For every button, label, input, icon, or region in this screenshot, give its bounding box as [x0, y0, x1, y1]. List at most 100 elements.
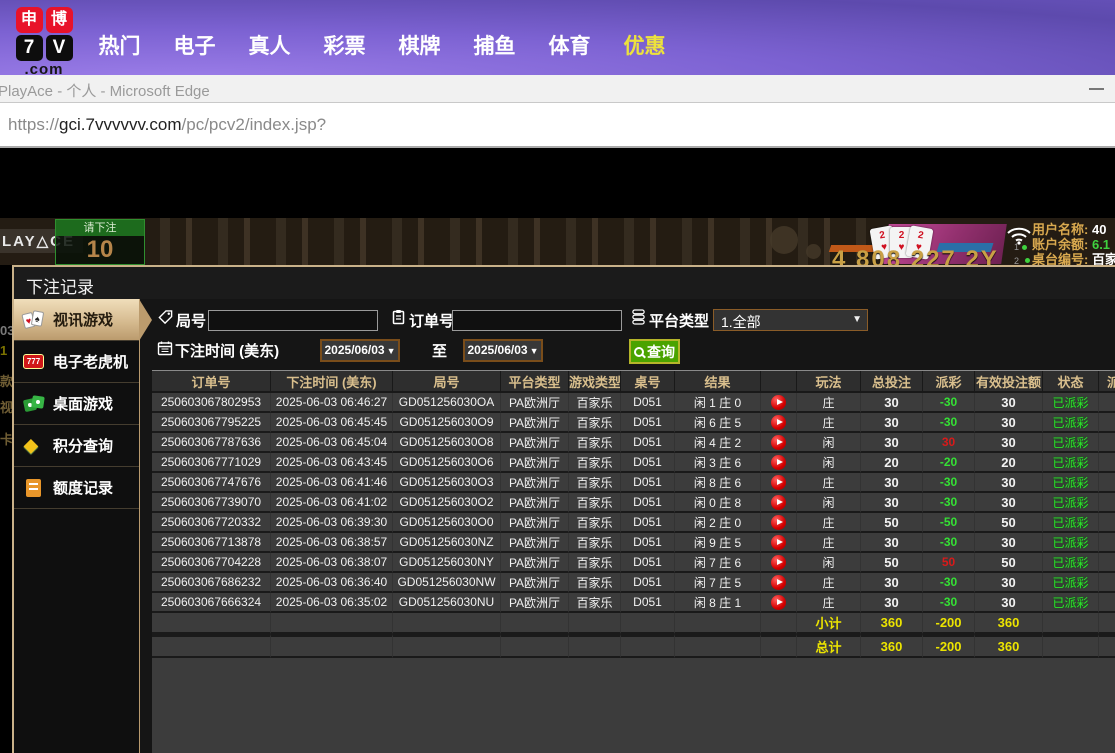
modal-content: 局号 订单号 平台类型 1.全部 ▼ 下注时间 (美东) 2025/06/03▼: [152, 299, 1115, 753]
total-bet-cell: 50: [860, 513, 922, 533]
logo-com-suffix: .com: [13, 61, 75, 75]
status-cell: 已派彩: [1042, 493, 1098, 513]
calendar-icon: [157, 340, 173, 361]
table-number-cell: D051: [620, 473, 674, 493]
game-type-cell: 百家乐: [568, 493, 620, 513]
replay-button[interactable]: [771, 395, 786, 410]
nav-item-lottery[interactable]: 彩票: [307, 30, 382, 60]
search-icon: [634, 347, 644, 357]
sidebar-item-table-games[interactable]: 桌面游戏: [14, 383, 139, 425]
replay-button[interactable]: [771, 475, 786, 490]
valid-bet-cell: 50: [974, 553, 1042, 573]
replay-button[interactable]: [771, 535, 786, 550]
round-number-input[interactable]: [208, 310, 378, 331]
status-cell: 已派彩: [1042, 573, 1098, 593]
payout-cell: 50: [922, 553, 974, 573]
date-from-picker[interactable]: 2025/06/03▼: [320, 339, 400, 362]
sidebar-item-quota-records[interactable]: 额度记录: [14, 467, 139, 509]
live-stream-background: LAY△CE 请下注 10 2♥2♥2♥ 4 808 227 2Y 1 2 用户…: [0, 218, 1115, 265]
date-range-separator: 至: [432, 340, 447, 361]
table-row: 2506030677390702025-06-03 06:41:02GD0512…: [152, 493, 1115, 513]
platform-cell: PA欧洲厅: [500, 413, 568, 433]
slot-icon: 777: [22, 351, 46, 373]
total-bet-cell: 30: [860, 533, 922, 553]
table-row: 2506030678029532025-06-03 06:46:27GD0512…: [152, 393, 1115, 413]
replay-cell: [760, 573, 796, 593]
column-header: 状态: [1042, 371, 1098, 393]
cut-cell: [1098, 473, 1115, 493]
payout-cell: -30: [922, 533, 974, 553]
game-type-cell: 百家乐: [568, 433, 620, 453]
background-fragment: 1: [0, 343, 12, 358]
platform-cell: PA欧洲厅: [500, 433, 568, 453]
round-id-cell: GD051256030OA: [392, 393, 500, 413]
replay-button[interactable]: [771, 455, 786, 470]
url-text[interactable]: https://gci.7vvvvvv.com/pc/pcv2/index.js…: [8, 115, 326, 135]
column-header: 下注时间 (美东): [270, 371, 392, 393]
play-type-cell: 闲: [796, 453, 860, 473]
valid-bet-cell: 50: [974, 513, 1042, 533]
status-cell: 已派彩: [1042, 433, 1098, 453]
url-host: gci.7vvvvvv.com: [59, 115, 182, 134]
page-background: [0, 148, 1115, 218]
replay-button[interactable]: [771, 515, 786, 530]
nav-item-promotions[interactable]: 优惠: [607, 30, 682, 60]
nav-item-board-games[interactable]: 棋牌: [382, 30, 457, 60]
sidebar-item-video-games[interactable]: ♥♠视讯游戏: [14, 299, 139, 341]
nav-item-hot[interactable]: 热门: [82, 30, 157, 60]
minimize-button[interactable]: [1089, 88, 1104, 90]
screen: 申 博 7 V .com 热门电子真人彩票棋牌捕鱼体育优惠 PlayAce - …: [0, 0, 1115, 753]
bet-time-cell: 2025-06-03 06:38:07: [270, 553, 392, 573]
balance-line: 账户余额: 6.1: [1032, 237, 1115, 252]
document-icon: [22, 477, 46, 499]
table-number-cell: D051: [620, 413, 674, 433]
table-number-cell: D051: [620, 453, 674, 473]
replay-button[interactable]: [771, 575, 786, 590]
logo-row-top: 申 博: [13, 7, 75, 35]
payout-cell: -30: [922, 573, 974, 593]
sidebar-item-label: 桌面游戏: [53, 393, 113, 414]
replay-button[interactable]: [771, 595, 786, 610]
replay-button[interactable]: [771, 555, 786, 570]
nav-item-fishing[interactable]: 捕鱼: [457, 30, 532, 60]
empty-cell: [270, 613, 392, 634]
game-type-cell: 百家乐: [568, 453, 620, 473]
chevron-down-icon: ▼: [530, 346, 539, 356]
cut-cell: [1098, 453, 1115, 473]
order-id-cell: 250603067686232: [152, 573, 270, 593]
order-number-input[interactable]: [452, 310, 622, 331]
date-to-picker[interactable]: 2025/06/03▼: [463, 339, 543, 362]
sidebar-item-slot-machines[interactable]: 777电子老虎机: [14, 341, 139, 383]
play-type-cell: 庄: [796, 593, 860, 613]
total-bet-cell: 30: [860, 573, 922, 593]
column-header: 派彩: [922, 371, 974, 393]
site-logo[interactable]: 申 博 7 V .com: [13, 7, 75, 75]
countdown-number: 10: [56, 236, 144, 264]
nav-item-sports[interactable]: 体育: [532, 30, 607, 60]
valid-bet-cell: 30: [974, 413, 1042, 433]
nav-item-live[interactable]: 真人: [232, 30, 307, 60]
payout-cell: -30: [922, 593, 974, 613]
column-header: 桌号: [620, 371, 674, 393]
subtotal-row: 小计360-200360: [152, 613, 1115, 634]
payout-cell: -30: [922, 473, 974, 493]
sidebar-item-points-inquiry[interactable]: ◆积分查询: [14, 425, 139, 467]
empty-cell: [392, 613, 500, 634]
payout-cell: -30: [922, 413, 974, 433]
empty-cell: [620, 613, 674, 634]
replay-button[interactable]: [771, 415, 786, 430]
stream-user-info: 用户名称: 40 账户余额: 6.1 桌台编号: 百家: [1032, 222, 1115, 265]
status-cell: 已派彩: [1042, 553, 1098, 573]
query-button[interactable]: 查询: [629, 339, 680, 364]
replay-button[interactable]: [771, 495, 786, 510]
replay-cell: [760, 433, 796, 453]
grand-total-row-total-bet: 360: [860, 634, 922, 658]
nav-item-slots[interactable]: 电子: [157, 30, 232, 60]
dice-icon: [22, 393, 46, 415]
result-cell: 闲 6 庄 5: [674, 413, 760, 433]
round-id-cell: GD051256030O2: [392, 493, 500, 513]
replay-button[interactable]: [771, 435, 786, 450]
platform-type-select[interactable]: 1.全部 ▼: [713, 309, 868, 331]
platform-cell: PA欧洲厅: [500, 473, 568, 493]
payout-cell: -50: [922, 513, 974, 533]
